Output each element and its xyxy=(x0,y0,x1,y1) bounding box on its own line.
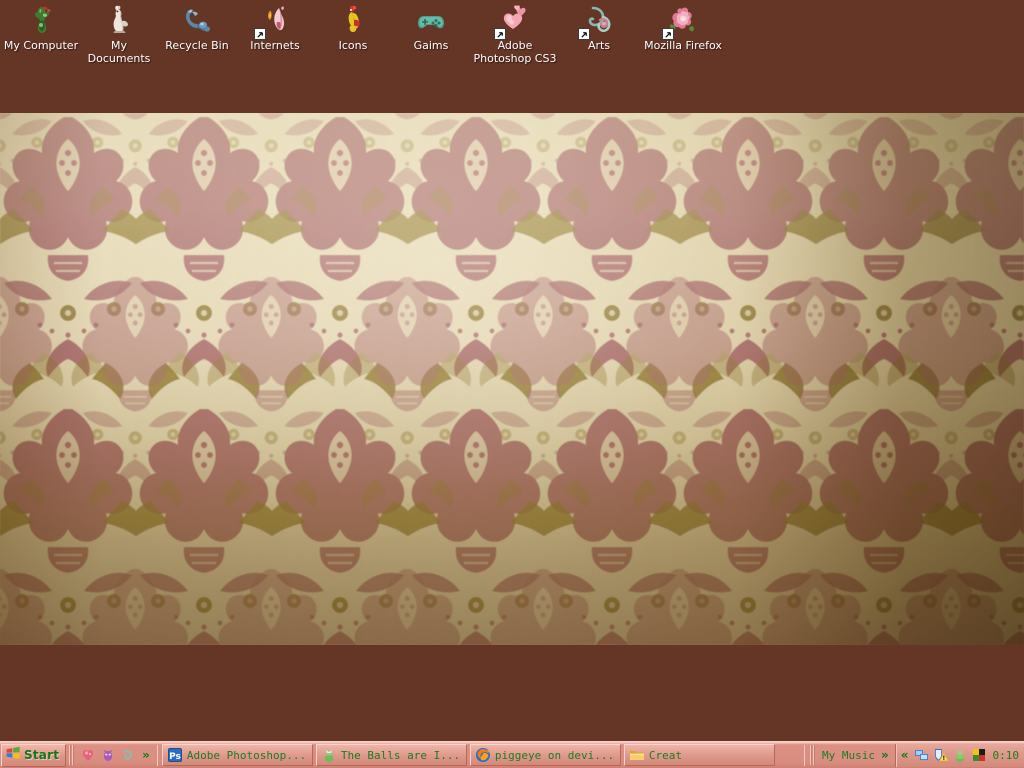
task-button-label: The Balls are I... xyxy=(340,748,461,762)
task-button-piggeye-on-devi[interactable]: piggeye on devi... xyxy=(469,744,621,766)
firefox-icon xyxy=(475,747,491,763)
my-music-toolbar[interactable]: My Music » xyxy=(818,749,895,762)
svg-text:Ps: Ps xyxy=(169,752,181,762)
security-alert-shield-icon[interactable] xyxy=(933,747,949,763)
task-button-label: piggeye on devi... xyxy=(494,748,615,762)
desktop-icon-label: My Documents xyxy=(87,39,151,65)
desktop-icon-my-documents[interactable]: My Documents xyxy=(80,1,158,65)
adobe-photoshop-hearts-icon xyxy=(494,3,532,40)
quicklaunch-icon-1[interactable] xyxy=(80,747,96,763)
network-connections-icon[interactable] xyxy=(914,747,930,763)
icons-folder-icon xyxy=(336,3,370,37)
desktop-icon-mozilla-firefox[interactable]: Mozilla Firefox xyxy=(638,1,728,53)
desktop-icon-label: Arts xyxy=(587,39,611,52)
desktop-icon-icons[interactable]: Icons xyxy=(314,1,392,53)
desktop[interactable]: My Computer My Documents Recycle Bin Int… xyxy=(0,0,1024,768)
system-tray[interactable]: « 0:10 xyxy=(894,743,1024,767)
desktop-icon-label: Gaims xyxy=(413,39,449,52)
color-squares-icon[interactable] xyxy=(971,747,987,763)
start-button-label: Start xyxy=(24,748,60,762)
start-button[interactable]: Start xyxy=(1,743,67,767)
gaims-gamepad-icon xyxy=(414,3,448,37)
desktop-icon-my-computer[interactable]: My Computer xyxy=(2,1,80,53)
quicklaunch-overflow-chevron-icon[interactable]: » xyxy=(140,749,152,761)
messenger-person-icon xyxy=(321,747,337,763)
desktop-icon-area: My Computer My Documents Recycle Bin Int… xyxy=(0,0,1024,113)
folder-icon xyxy=(629,747,645,763)
task-button-label: Creat xyxy=(648,748,683,762)
desktop-wallpaper xyxy=(0,113,1024,645)
task-button-the-balls-are-i[interactable]: The Balls are I... xyxy=(315,744,467,766)
recycle-bin-icon xyxy=(180,3,214,37)
task-button-adobe-photoshop[interactable]: Ps Adobe Photoshop... xyxy=(161,744,313,766)
my-documents-icon xyxy=(102,3,136,37)
photoshop-ps-icon: Ps xyxy=(167,747,183,763)
quicklaunch-icon-2[interactable] xyxy=(100,747,116,763)
desktop-icon-label: My Computer xyxy=(3,39,79,52)
arts-swirl-icon xyxy=(578,3,616,40)
shortcut-arrow-icon xyxy=(254,28,266,40)
shortcut-arrow-icon xyxy=(578,28,590,40)
shortcut-arrow-icon xyxy=(662,28,674,40)
desktop-icon-label: Mozilla Firefox xyxy=(644,39,722,52)
desktop-icon-arts[interactable]: Arts xyxy=(560,1,638,53)
my-music-overflow-chevron-icon[interactable]: » xyxy=(879,749,891,761)
tray-expand-chevron-icon[interactable]: « xyxy=(899,749,911,761)
internets-icon xyxy=(254,3,292,40)
windows-flag-icon xyxy=(5,745,21,765)
task-button-label: Adobe Photoshop... xyxy=(186,748,307,762)
taskbar-clock[interactable]: 0:10 xyxy=(993,749,1020,762)
messenger-status-icon[interactable] xyxy=(952,747,968,763)
my-music-toolbar-label: My Music xyxy=(821,748,875,762)
my-computer-icon xyxy=(24,3,58,37)
quicklaunch-grip[interactable] xyxy=(69,745,75,765)
music-toolbar-grip[interactable] xyxy=(809,745,815,765)
quicklaunch-icon-3[interactable] xyxy=(120,747,136,763)
desktop-icon-adobe-photoshop-cs3[interactable]: Adobe Photoshop CS3 xyxy=(470,1,560,65)
desktop-icon-gaims[interactable]: Gaims xyxy=(392,1,470,53)
desktop-icon-label: Adobe Photoshop CS3 xyxy=(473,39,557,65)
quick-launch-toolbar[interactable]: » xyxy=(77,747,155,763)
desktop-icon-internets[interactable]: Internets xyxy=(236,1,314,53)
desktop-icon-label: Icons xyxy=(338,39,368,52)
mozilla-firefox-rose-icon xyxy=(662,3,700,40)
desktop-icon-recycle-bin[interactable]: Recycle Bin xyxy=(158,1,236,53)
taskbar[interactable]: Start » Ps Adobe Photoshop... The Balls … xyxy=(0,741,1024,768)
shortcut-arrow-icon xyxy=(494,28,506,40)
taskbar-separator xyxy=(156,744,158,766)
task-button-list: Ps Adobe Photoshop... The Balls are I... xyxy=(160,744,802,766)
task-button-creat[interactable]: Creat xyxy=(623,744,775,766)
taskbar-separator xyxy=(803,744,805,766)
desktop-icon-label: Internets xyxy=(250,39,300,52)
desktop-icon-label: Recycle Bin xyxy=(165,39,229,52)
